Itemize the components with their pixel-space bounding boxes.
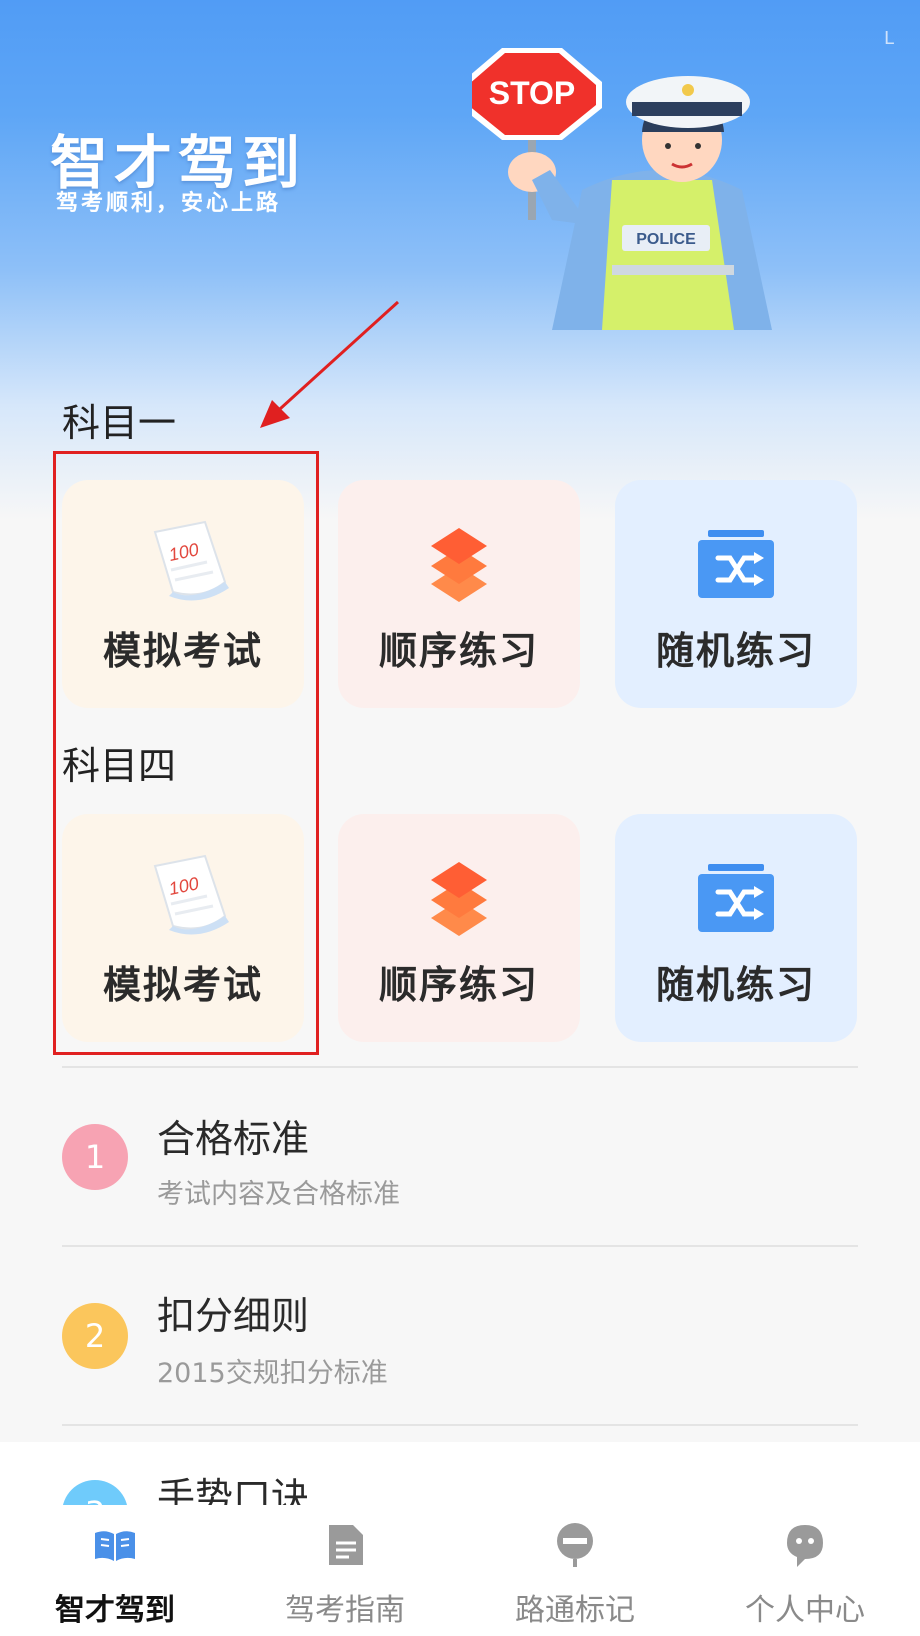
subject-one-random-practice-tile[interactable]: 随机练习 <box>615 480 857 708</box>
document-icon <box>329 1525 363 1565</box>
nav-label: 路通标记 <box>515 1593 635 1628</box>
police-badge-text: POLICE <box>636 231 696 248</box>
subject-four-random-practice-tile[interactable]: 随机练习 <box>615 814 857 1042</box>
shuffle-icon <box>698 530 774 598</box>
nav-label: 驾考指南 <box>285 1593 405 1628</box>
nav-label: 智才驾到 <box>55 1593 175 1628</box>
tile-label: 顺序练习 <box>378 963 539 1007</box>
subject-one-sequential-practice-tile[interactable]: 顺序练习 <box>338 480 580 708</box>
rule-title: 扣分细则 <box>157 1294 310 1338</box>
rule-number-badge: 1 <box>62 1124 128 1190</box>
layers-icon <box>431 862 487 936</box>
subject-four-sequential-practice-tile[interactable]: 顺序练习 <box>338 814 580 1042</box>
rule-item-gesture-mnemonic[interactable]: 3 手势口诀 <box>0 1442 920 1514</box>
highlight-box-annotation <box>53 451 319 1055</box>
user-icon <box>787 1525 823 1567</box>
tile-label: 随机练习 <box>655 963 816 1007</box>
divider <box>62 1424 858 1426</box>
bottom-nav: 智才驾到 驾考指南 路通标记 个人中心 <box>0 1505 920 1636</box>
rule-title: 合格标准 <box>157 1117 310 1161</box>
nav-item-profile[interactable]: 个人中心 <box>690 1505 920 1636</box>
nav-item-home[interactable]: 智才驾到 <box>0 1505 230 1636</box>
rule-subtitle: 2015交规扣分标准 <box>157 1358 388 1389</box>
book-icon <box>95 1531 135 1561</box>
shuffle-icon <box>698 864 774 932</box>
road-sign-icon <box>557 1523 593 1567</box>
layers-icon <box>431 528 487 602</box>
rule-item-pass-standard[interactable]: 1 合格标准 考试内容及合格标准 <box>0 1068 920 1218</box>
app-slogan: 驾考顺利，安心上路 <box>56 191 282 216</box>
rule-subtitle: 考试内容及合格标准 <box>157 1179 400 1210</box>
nav-label: 个人中心 <box>745 1593 865 1628</box>
tile-label: 随机练习 <box>655 629 816 673</box>
police-illustration: STOP POLICE <box>472 48 772 330</box>
corner-mark: L <box>883 28 894 49</box>
stop-sign-text: STOP <box>489 75 576 111</box>
tile-label: 顺序练习 <box>378 629 539 673</box>
rule-number-badge: 2 <box>62 1303 128 1369</box>
rule-item-deduction-rules[interactable]: 2 扣分细则 2015交规扣分标准 <box>0 1247 920 1397</box>
section-title-subject-one: 科目一 <box>62 401 177 445</box>
nav-item-road-signs[interactable]: 路通标记 <box>460 1505 690 1636</box>
nav-item-guide[interactable]: 驾考指南 <box>230 1505 460 1636</box>
red-arrow-annotation <box>260 300 400 428</box>
